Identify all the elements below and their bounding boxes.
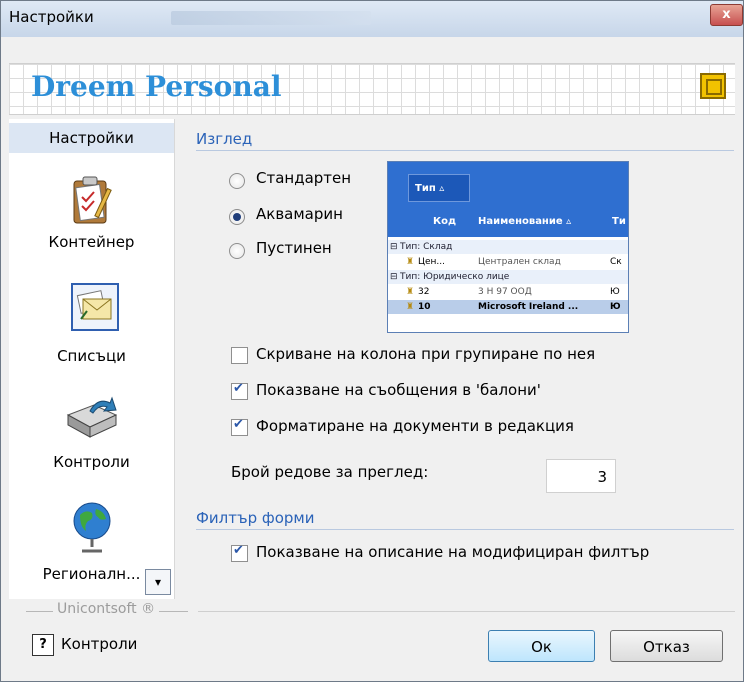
- sidebar-item-label: Контейнер: [48, 233, 135, 251]
- preview-rows-input[interactable]: 3: [546, 459, 616, 493]
- theme-preview-grid: Тип ▵ Код Наименование ▵ Ти ⊟ Тип: Склад…: [387, 161, 629, 333]
- preview-data-row-selected: ♜ 10 Microsoft Ireland ... Ю: [388, 300, 628, 314]
- company-label: Unicontsoft ®: [53, 601, 160, 617]
- sidebar-item-label: Списъци: [57, 347, 126, 365]
- checkbox[interactable]: [231, 347, 248, 364]
- radio-label[interactable]: Пустинен: [256, 239, 332, 257]
- record-icon: ♜: [406, 287, 415, 297]
- checkbox-label[interactable]: Форматиране на документи в редакция: [256, 417, 574, 435]
- cancel-button[interactable]: Отказ: [610, 630, 723, 662]
- brand-banner: Dreem Personal: [9, 63, 735, 115]
- settings-window: Настройки x Dreem Personal Настройки Кон…: [0, 0, 744, 682]
- footer-rule: [198, 611, 735, 612]
- filter-section-rule: [196, 529, 734, 530]
- checkbox[interactable]: [231, 543, 248, 562]
- sidebar-item-label: Контроли: [53, 453, 130, 471]
- selected-item-frame: [71, 283, 119, 331]
- globe-icon: [73, 502, 110, 553]
- title-bar-background-text: [171, 11, 371, 25]
- preview-column-header: Наименование ▵: [478, 216, 572, 227]
- appearance-section-title: Изглед: [196, 130, 253, 148]
- preview-data-row: ♜ 32 3 Н 97 ООД Ю: [406, 287, 620, 297]
- brand-title: Dreem Personal: [31, 70, 282, 103]
- sidebar-item-controls[interactable]: Контроли: [9, 389, 174, 479]
- envelope-list-icon: [76, 290, 112, 320]
- record-icon: ♜: [406, 302, 415, 312]
- preview-group-button: Тип ▵: [408, 174, 470, 202]
- help-icon[interactable]: ?: [32, 634, 54, 656]
- filter-section-title: Филтър форми: [196, 509, 315, 527]
- checkbox[interactable]: [231, 417, 248, 436]
- checkbox-label[interactable]: Показване на съобщения в 'балони': [256, 381, 541, 399]
- preview-data-row: ♜ Цен... Централен склад Ск: [406, 257, 622, 267]
- sidebar-item-lists[interactable]: Списъци: [9, 279, 174, 369]
- app-logo-icon: [700, 73, 726, 99]
- sidebar-header: Настройки: [9, 123, 174, 153]
- preview-column-header: Код: [433, 216, 457, 227]
- preview-group-area: Тип ▵: [388, 162, 628, 207]
- appearance-section-rule: [196, 150, 734, 151]
- sidebar-scroll-down-button[interactable]: ▾: [145, 569, 171, 595]
- preview-header-row: Код Наименование ▵ Ти: [388, 207, 628, 237]
- help-label[interactable]: Контроли: [61, 635, 137, 653]
- preview-group-row: ⊟ Тип: Склад: [388, 240, 628, 254]
- radio-button[interactable]: [229, 172, 245, 189]
- radio-label[interactable]: Стандартен: [256, 169, 351, 187]
- ok-button[interactable]: Ок: [488, 630, 595, 662]
- preview-group-row: ⊟ Тип: Юридическо лице: [388, 270, 628, 284]
- close-button[interactable]: x: [710, 4, 743, 26]
- controls-tray-icon: [66, 396, 117, 438]
- checkbox-label[interactable]: Скриване на колона при групиране по нея: [256, 345, 595, 363]
- checkbox-label[interactable]: Показване на описание на модифициран фил…: [256, 543, 649, 561]
- clipboard-icon: [73, 176, 112, 224]
- record-icon: ♜: [406, 257, 415, 267]
- radio-label[interactable]: Аквамарин: [256, 205, 343, 223]
- preview-rows-label: Брой редове за преглед:: [231, 463, 429, 481]
- window-title: Настройки: [9, 8, 94, 26]
- sidebar-item-container[interactable]: Контейнер: [9, 169, 174, 251]
- settings-sidebar: Настройки Контейнер Списъци Контроли Рег…: [9, 119, 175, 599]
- preview-column-header: Ти: [612, 216, 626, 227]
- radio-button[interactable]: [229, 208, 245, 225]
- title-bar[interactable]: Настройки x: [1, 1, 743, 37]
- checkbox[interactable]: [231, 381, 248, 400]
- radio-button[interactable]: [229, 242, 245, 259]
